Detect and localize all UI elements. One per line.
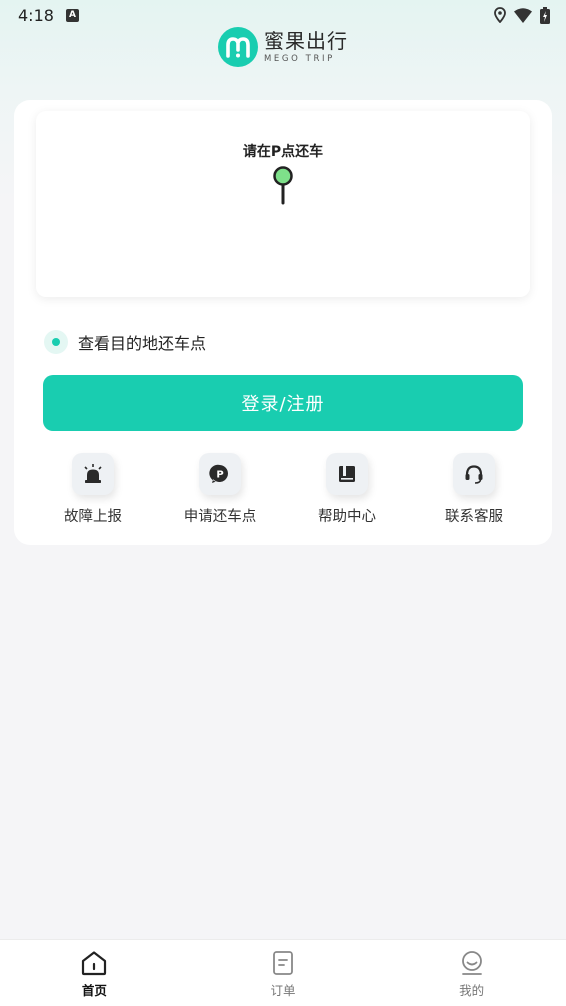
logo-cn: 蜜果出行	[264, 28, 348, 53]
quick-actions: 故障上报 P 申请还车点 帮助中心 联系客服	[14, 453, 552, 533]
home-icon	[82, 951, 107, 976]
quick-action-label: 联系客服	[445, 509, 503, 525]
status-bar: 4:18 A	[0, 0, 566, 30]
destination-label: 查看目的地还车点	[78, 334, 207, 353]
app-logo: 蜜果出行 MEGO TRIP	[0, 27, 566, 67]
order-icon	[273, 951, 293, 975]
bottom-nav: 首页 订单 我的	[0, 939, 566, 1006]
quick-action-fault-report[interactable]: 故障上报	[43, 453, 143, 526]
status-time: 4:18	[18, 5, 54, 25]
quick-action-label: 申请还车点	[183, 509, 257, 525]
nav-label-orders: 订单	[270, 983, 296, 998]
headset-icon	[453, 453, 495, 495]
svg-text:P: P	[216, 470, 223, 481]
book-icon	[326, 453, 368, 495]
nav-item-home[interactable]: 首页	[0, 940, 189, 1006]
map-pin-icon	[273, 166, 293, 205]
quick-action-apply-return[interactable]: P 申请还车点	[170, 453, 270, 526]
radio-dot	[52, 338, 60, 346]
battery-icon	[540, 6, 550, 24]
status-right	[494, 6, 550, 24]
nav-item-profile[interactable]: 我的	[377, 940, 566, 1006]
logo-text: 蜜果出行 MEGO TRIP	[264, 31, 348, 64]
destination-radio[interactable]	[44, 330, 68, 354]
notification-a-icon: A	[65, 8, 79, 22]
destination-toggle[interactable]: 查看目的地还车点	[44, 330, 206, 354]
mego-logo-icon	[218, 27, 258, 67]
quick-action-help-center[interactable]: 帮助中心	[297, 453, 397, 526]
quick-action-customer-service[interactable]: 联系客服	[424, 453, 524, 526]
quick-action-label: 故障上报	[64, 509, 122, 525]
logo-en: MEGO TRIP	[264, 53, 335, 64]
login-register-button[interactable]: 登录/注册	[43, 375, 523, 431]
alarm-icon	[72, 453, 114, 495]
map-preview[interactable]: 请在P点还车	[36, 111, 530, 297]
nav-item-orders[interactable]: 订单	[189, 940, 378, 1006]
nav-label-home: 首页	[81, 983, 107, 998]
map-title: 请在P点还车	[242, 144, 324, 160]
main-card: 请在P点还车 查看目的地还车点 登录/注册 故障上报 P 申请还车点 帮助中心 …	[14, 100, 552, 545]
quick-action-label: 帮助中心	[318, 509, 376, 525]
status-left: 4:18 A	[18, 6, 79, 25]
wifi-icon	[514, 7, 532, 23]
location-icon	[494, 7, 506, 23]
profile-icon	[461, 951, 482, 975]
parking-icon: P	[199, 453, 241, 495]
nav-label-profile: 我的	[459, 983, 485, 998]
